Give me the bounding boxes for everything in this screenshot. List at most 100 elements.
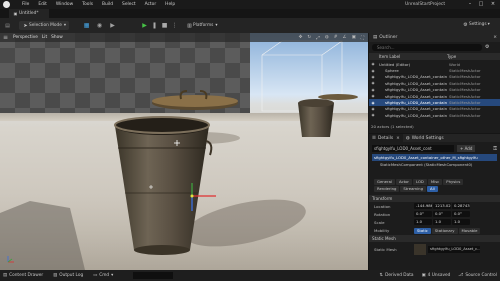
filter-icon[interactable]: ⚙: [485, 44, 489, 50]
filter-chip[interactable]: All: [427, 186, 438, 192]
step-icon[interactable]: ❚: [151, 22, 158, 29]
tab-details[interactable]: ☰ Details ×: [369, 134, 403, 142]
outliner-row[interactable]: ◉ sfightgylfu_LOD0_Asset_contain StaticMes…: [369, 106, 500, 112]
mobility-static[interactable]: Static: [414, 227, 431, 234]
platforms-button[interactable]: ▥ Platforms ▾: [186, 22, 217, 29]
mobility-stationary[interactable]: Stationary: [431, 227, 458, 234]
outliner-row[interactable]: ◉ Untitled (Editor) World: [369, 61, 500, 67]
column-item-label[interactable]: Item Label: [379, 54, 447, 59]
title-bar: File Edit Window Tools Build Select Acto…: [0, 0, 500, 9]
visibility-icon[interactable]: ◉: [369, 94, 377, 98]
close-icon[interactable]: ×: [396, 136, 400, 141]
component-child[interactable]: StaticMeshComponent (StaticMeshComponent…: [372, 161, 497, 168]
stop-icon[interactable]: ■: [161, 22, 168, 29]
filter-chip[interactable]: General: [374, 179, 395, 185]
visibility-icon[interactable]: ◉: [369, 88, 377, 92]
rotation-x[interactable]: 0.0°: [414, 211, 432, 217]
visibility-icon[interactable]: ◉: [369, 75, 377, 79]
angle-snap-icon[interactable]: ∠: [343, 35, 347, 40]
outliner-row[interactable]: ◉ sfightgylfu_LOD0_Asset_contain StaticMes…: [369, 74, 500, 80]
visibility-icon[interactable]: ◉: [369, 107, 377, 111]
scale-x[interactable]: 1.0: [414, 219, 432, 225]
show-button[interactable]: Show: [51, 35, 63, 40]
blueprint-icon[interactable]: ◉: [96, 22, 103, 29]
console-input[interactable]: [133, 272, 174, 279]
scale-z[interactable]: 1.0: [452, 219, 470, 225]
play-icon[interactable]: ▶: [141, 22, 148, 29]
outliner-row[interactable]: ◉ sfightgylfu_LOD0_Asset_contain StaticMes…: [369, 93, 500, 99]
minimize-icon[interactable]: –: [466, 1, 474, 8]
mobility-movable[interactable]: Movable: [458, 227, 481, 234]
visibility-icon[interactable]: ◉: [369, 113, 377, 117]
actor-count: 20 actors (1 selected): [371, 124, 414, 129]
tab-world-settings[interactable]: ◍ World Settings: [403, 134, 447, 142]
menu-select[interactable]: Select: [122, 2, 136, 7]
filter-chip[interactable]: Rendering: [374, 186, 400, 192]
close-icon[interactable]: ×: [489, 1, 497, 8]
level-viewport[interactable]: ≡ Perspective Lit Show ✥ ↻ ⤢ ◍ # ∠ ▣ ⛶: [0, 33, 368, 270]
menu-window[interactable]: Window: [56, 2, 73, 7]
static-mesh-section[interactable]: Static Mesh: [369, 235, 500, 242]
static-mesh-picker[interactable]: sfightgylfu_LOD0_Asset_c...: [428, 245, 480, 253]
outliner-row[interactable]: ◉ Sphere StaticMeshActor: [369, 67, 500, 73]
rotation-z[interactable]: 0.0°: [452, 211, 470, 217]
maximize-icon[interactable]: □: [477, 1, 485, 8]
location-x[interactable]: -144.98600: [414, 203, 432, 209]
location-z[interactable]: 0.28743: [452, 203, 470, 209]
rotate-tool-icon[interactable]: ↻: [307, 35, 311, 40]
visibility-icon[interactable]: ◉: [369, 69, 377, 73]
menu-file[interactable]: File: [22, 2, 29, 7]
save-icon[interactable]: ▤: [4, 22, 11, 29]
maximize-viewport-icon[interactable]: ⛶: [361, 35, 364, 41]
scale-tool-icon[interactable]: ⤢: [316, 35, 320, 41]
grid-snap-icon[interactable]: #: [334, 35, 338, 40]
component-root[interactable]: sfightgylfu_LOD0_Asset_container_other_M…: [372, 154, 497, 161]
column-type[interactable]: Type: [447, 54, 456, 59]
menu-tools[interactable]: Tools: [82, 2, 93, 7]
content-drawer-button[interactable]: ▤ Content Drawer: [3, 273, 43, 278]
outliner-row[interactable]: ◉ sfightgylfu_LOD0_Asset_contain StaticMes…: [369, 87, 500, 93]
outliner-search-input[interactable]: Search...: [372, 44, 482, 51]
menu-actor[interactable]: Actor: [145, 2, 157, 7]
lit-button[interactable]: Lit: [42, 35, 47, 40]
cmd-button[interactable]: ▭ Cmd ▾: [93, 273, 113, 278]
content-icon[interactable]: ▦: [83, 22, 90, 29]
outliner-row[interactable]: ◉ sfightgylfu_LOD0_Asset_contain StaticMes…: [369, 80, 500, 86]
derived-data-button[interactable]: ⇅ Derived Data: [380, 273, 414, 278]
settings-button[interactable]: ⚙ Settings ▾: [462, 21, 490, 28]
filter-chip[interactable]: Physics: [443, 179, 464, 185]
scale-y[interactable]: 1.0: [433, 219, 451, 225]
add-component-button[interactable]: + Add: [457, 145, 476, 152]
location-y[interactable]: 1213.0268: [433, 203, 451, 209]
rotation-label: Rotation: [374, 211, 391, 217]
menu-edit[interactable]: Edit: [38, 2, 47, 7]
close-icon[interactable]: ×: [493, 35, 497, 40]
filter-chip[interactable]: Misc: [427, 179, 443, 185]
cinematics-icon[interactable]: ▶: [109, 22, 116, 29]
selection-mode-dropdown[interactable]: ➤ Selection Mode ▾: [19, 21, 70, 30]
unsaved-button[interactable]: ▣ 4 Unsaved: [422, 273, 451, 278]
world-icon[interactable]: ◍: [325, 35, 329, 40]
level-tab[interactable]: ▣ Untitled*: [9, 9, 49, 18]
hamburger-icon[interactable]: ≡: [2, 34, 9, 41]
lock-icon[interactable]: ⚿: [493, 146, 497, 152]
camera-speed-icon[interactable]: ▣: [352, 35, 356, 40]
output-log-button[interactable]: ▥ Output Log: [53, 273, 83, 278]
transform-section[interactable]: Transform: [369, 195, 500, 202]
menu-help[interactable]: Help: [165, 2, 175, 7]
actor-name-field[interactable]: sfightgylfu_LOD0_Asset_cont: [372, 145, 454, 152]
outliner-row[interactable]: ◉ sfightgylfu_LOD0_Asset_contain StaticMes…: [369, 99, 500, 106]
filter-chip[interactable]: Actor: [395, 179, 412, 185]
outliner-row[interactable]: ◉ sfightgylfu_LOD0_Asset_contain StaticMes…: [369, 112, 500, 118]
visibility-icon[interactable]: ◉: [369, 81, 377, 85]
move-tool-icon[interactable]: ✥: [299, 35, 303, 40]
more-options-icon[interactable]: ⋮: [171, 22, 178, 29]
visibility-icon[interactable]: ◉: [369, 62, 377, 66]
filter-chip[interactable]: Streaming: [400, 186, 426, 192]
rotation-y[interactable]: 0.0°: [433, 211, 451, 217]
source-control-button[interactable]: ⎇ Source Control: [458, 273, 497, 278]
visibility-icon[interactable]: ◉: [369, 101, 377, 105]
perspective-button[interactable]: Perspective: [13, 35, 38, 40]
menu-build[interactable]: Build: [102, 2, 113, 7]
filter-chip[interactable]: LOD: [412, 179, 427, 185]
